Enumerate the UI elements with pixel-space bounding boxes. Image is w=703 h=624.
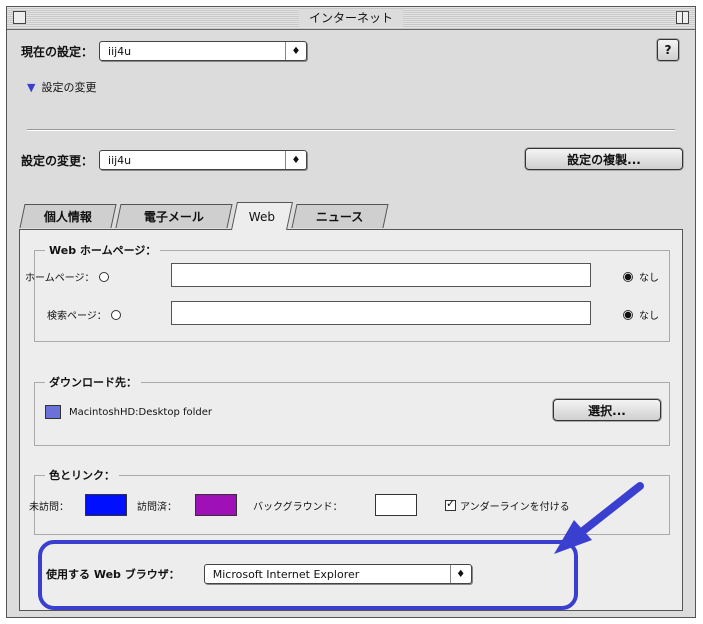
tab-email[interactable]: 電子メール (115, 204, 233, 228)
zoom-box[interactable] (676, 11, 689, 24)
popup-arrow-icon: ♦ (285, 42, 306, 60)
current-setting-row: 現在の設定： iij4u ♦ (21, 41, 308, 61)
home-page-radio[interactable] (98, 271, 109, 282)
search-none-radio[interactable] (623, 309, 633, 320)
search-page-field[interactable] (171, 301, 591, 325)
change-setting-popup[interactable]: iij4u ♦ (99, 150, 308, 170)
title-bar[interactable]: インターネット (7, 7, 695, 30)
disclosure-label: 設定の変更 (41, 81, 97, 94)
search-page-radio[interactable] (110, 309, 121, 320)
web-home-group: Web ホームページ： ホームページ： なし 検索ページ： なし (25, 242, 670, 342)
help-icon: ? (664, 43, 672, 57)
window-title: インターネット (298, 9, 404, 27)
download-group: ダウンロード先： MacintoshHD:Desktop folder 選択..… (34, 374, 670, 446)
colors-links-title: 色とリンク： (45, 467, 119, 483)
search-none-row[interactable]: なし (623, 307, 659, 322)
current-setting-label: 現在の設定： (21, 44, 94, 59)
download-path-row: MacintoshHD:Desktop folder (45, 405, 212, 419)
home-none-row[interactable]: なし (623, 269, 659, 284)
disclosure-row[interactable]: ▼ 設定の変更 (27, 79, 96, 95)
web-home-title: Web ホームページ： (45, 242, 161, 258)
search-none-label: なし (639, 311, 659, 322)
help-button[interactable]: ? (657, 39, 679, 61)
select-folder-button[interactable]: 選択... (553, 399, 661, 421)
duplicate-setting-button[interactable]: 設定の複製... (525, 148, 683, 170)
annotation-highlight-box (38, 540, 578, 610)
separator (27, 129, 675, 131)
background-color-swatch[interactable] (375, 494, 417, 516)
change-setting-label: 設定の変更： (21, 153, 94, 168)
folder-icon (45, 405, 61, 419)
tab-web[interactable]: Web (231, 202, 293, 230)
tab-personal-label: 個人情報 (43, 210, 92, 224)
tab-web-label: Web (248, 209, 275, 224)
popup-arrow-icon: ♦ (285, 151, 306, 169)
visited-label: 訪問済： (137, 502, 177, 513)
download-path: MacintoshHD:Desktop folder (69, 406, 212, 418)
tab-personal[interactable]: 個人情報 (19, 204, 117, 228)
download-title: ダウンロード先： (45, 374, 141, 390)
change-setting-value: iij4u (108, 153, 132, 167)
current-setting-popup[interactable]: iij4u ♦ (99, 41, 308, 61)
visited-color-swatch[interactable] (195, 494, 237, 516)
tab-news-label: ニュース (316, 210, 364, 224)
search-page-label-row: 検索ページ： (47, 307, 121, 322)
underline-checkbox[interactable] (445, 497, 456, 511)
tab-email-label: 電子メール (143, 210, 204, 224)
home-none-radio[interactable] (623, 271, 633, 282)
background-label: バックグラウンド： (253, 502, 343, 513)
home-page-label: ホームページ： (25, 273, 95, 284)
home-none-label: なし (639, 273, 659, 284)
unvisited-label: 未訪問： (29, 502, 69, 513)
unvisited-color-swatch[interactable] (85, 494, 127, 516)
home-page-field[interactable] (171, 263, 591, 287)
change-setting-row: 設定の変更： iij4u ♦ (21, 150, 308, 170)
current-setting-value: iij4u (108, 44, 132, 58)
search-page-label: 検索ページ： (47, 311, 107, 322)
tab-news[interactable]: ニュース (291, 204, 389, 228)
disclosure-triangle-icon[interactable]: ▼ (27, 81, 35, 94)
annotation-arrow-icon (554, 482, 644, 554)
close-box[interactable] (13, 11, 26, 24)
home-page-label-row: ホームページ： (25, 269, 109, 284)
